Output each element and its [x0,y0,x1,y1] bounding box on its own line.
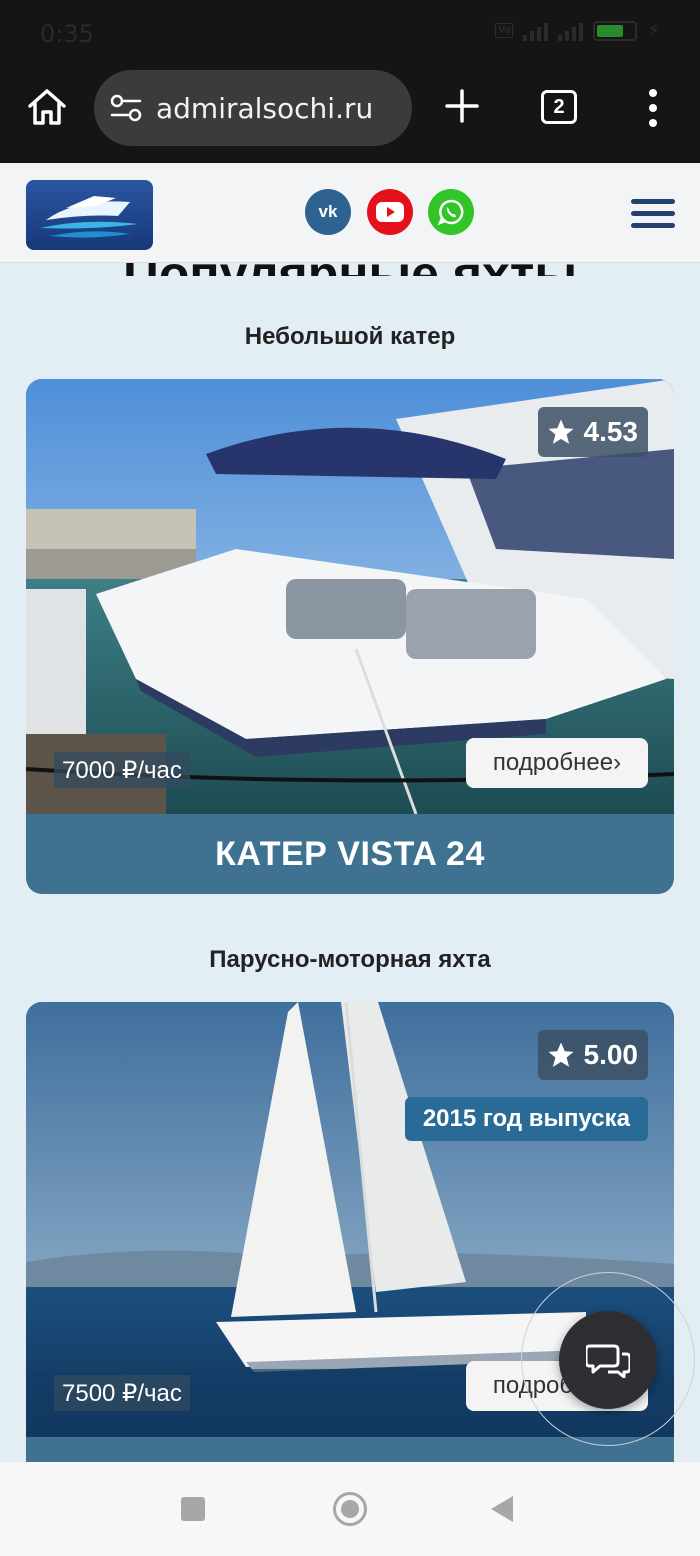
recent-apps-icon[interactable] [181,1497,205,1521]
site-settings-icon[interactable] [108,93,144,123]
chat-icon [586,1344,630,1378]
rating-badge: 5.00 [537,1030,648,1080]
charging-icon: ⚡ [647,20,660,40]
tab-switcher-button[interactable]: 2 [541,90,577,124]
price-label: 7500 ₽/час [54,1375,190,1411]
system-icons: Vo ⚡ [495,20,660,41]
signal-icon-2 [558,21,584,41]
battery-icon [593,20,638,41]
yacht-title[interactable]: КАТЕР VISTA 24 [26,814,674,894]
status-time: 0:35 [40,20,94,48]
home-icon[interactable] [26,86,68,128]
url-text[interactable]: admiralsochi.ru [156,92,373,125]
more-menu-icon[interactable] [642,88,664,128]
rating-badge: 4.53 [537,407,648,457]
chat-button[interactable] [559,1311,657,1409]
site-header: vk [0,163,700,263]
site-logo[interactable] [26,180,153,250]
status-bar: 0:35 Vo ⚡ [0,0,700,68]
year-badge: 2015 год выпуска [404,1097,648,1141]
vk-icon[interactable]: vk [305,189,351,235]
new-tab-icon[interactable] [444,88,480,124]
rating-value: 5.00 [583,1039,639,1070]
yacht-photo[interactable]: 4.53 7000 ₽/час подробнее› [26,379,674,814]
price-label: 7000 ₽/час [54,752,190,788]
whatsapp-icon[interactable] [428,189,474,235]
youtube-icon[interactable] [367,189,413,235]
details-button[interactable]: подробнее› [466,738,648,788]
system-nav-bar [0,1462,700,1556]
volte-icon: Vo [495,23,514,38]
star-icon [548,1042,573,1067]
yacht-card[interactable]: 4.53 7000 ₽/час подробнее› КАТЕР VISTA 2… [26,379,674,894]
card-category-label: Парусно-моторная яхта [209,946,491,973]
signal-icon [523,21,549,41]
address-bar[interactable]: admiralsochi.ru [94,70,412,146]
home-nav-icon[interactable] [333,1492,367,1526]
hamburger-menu-icon[interactable] [631,199,675,231]
browser-toolbar: admiralsochi.ru 2 [0,68,700,163]
star-icon [548,419,573,444]
card-category-label: Небольшой катер [244,323,456,350]
back-icon[interactable] [491,1496,513,1522]
rating-value: 4.53 [583,416,639,447]
